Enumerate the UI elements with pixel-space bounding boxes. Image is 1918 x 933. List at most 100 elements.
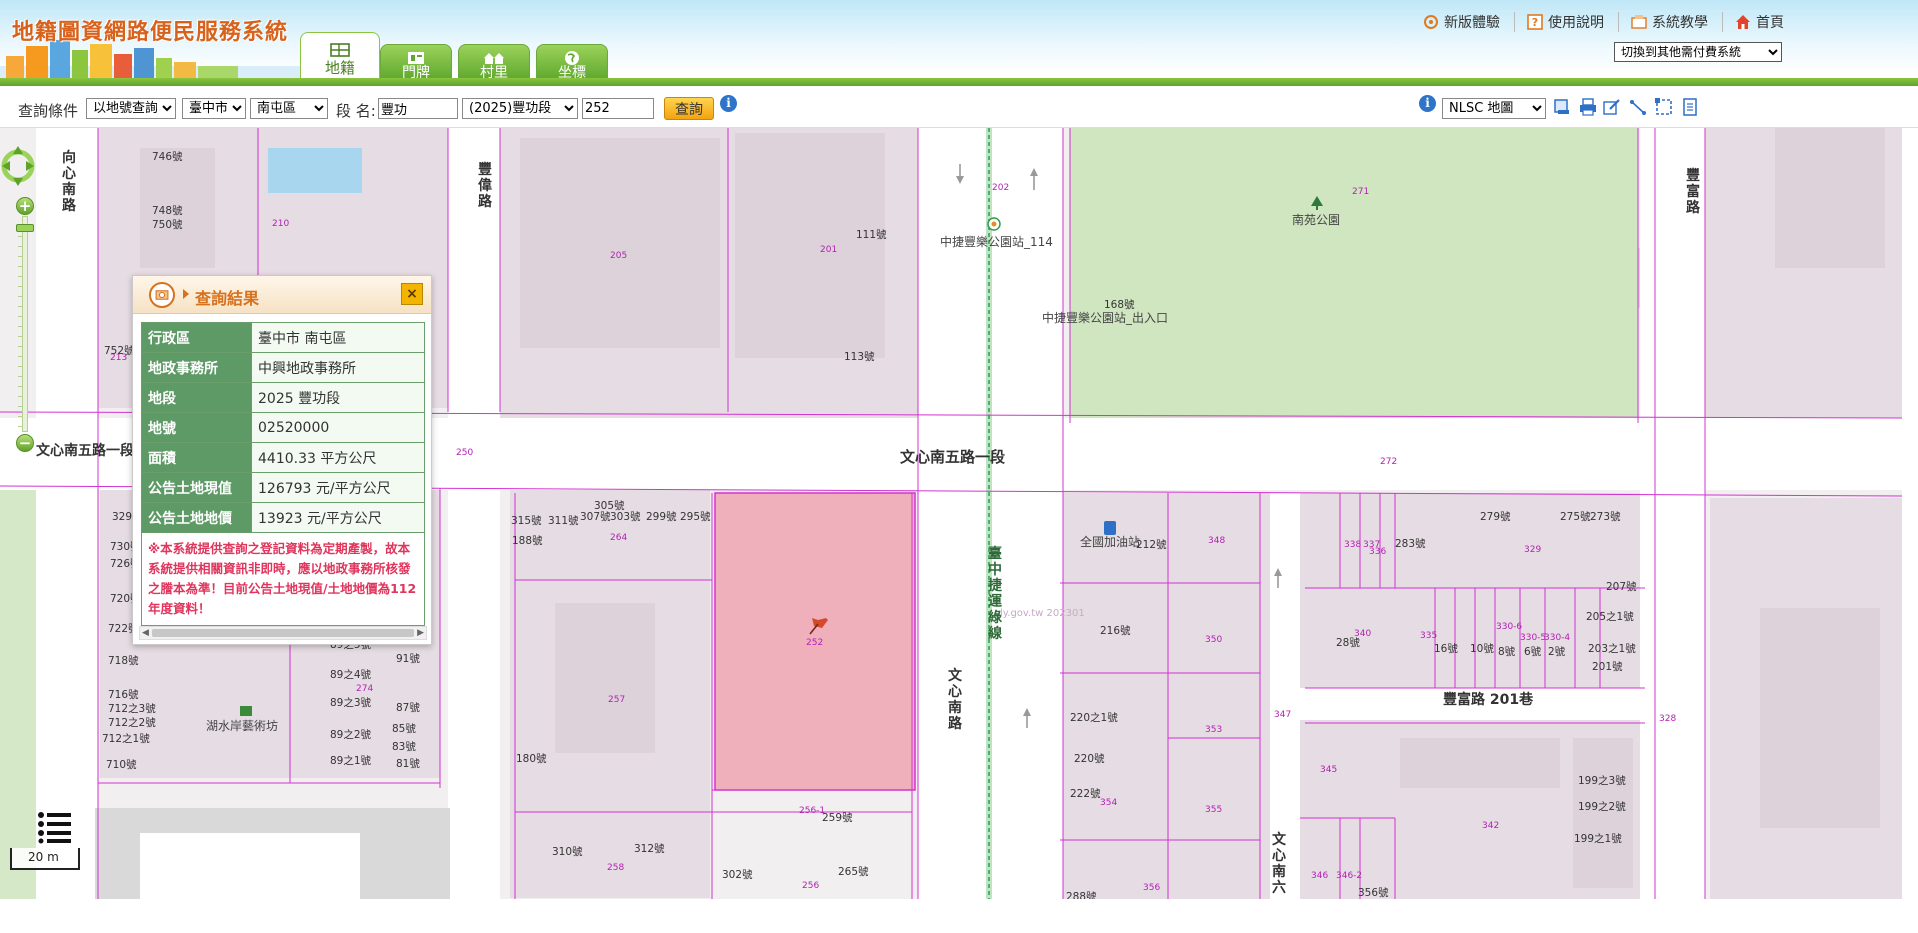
query-mode-select[interactable]: 以地號查詢 (86, 98, 176, 119)
zoom-in-button[interactable]: + (16, 197, 34, 215)
address-label: 16號 (1434, 642, 1458, 655)
address-label: 89之2號 (330, 728, 372, 741)
legend-list-icon[interactable] (36, 810, 72, 844)
app-header: 地籍圖資網路便民服務系統 地籍 門牌 村里 坐標 新版體驗 ? 使用說明 系統教… (0, 0, 1918, 86)
parcel-label: 330-5 (1520, 633, 1546, 643)
result-key: 地政事務所 (141, 352, 252, 383)
parcel-label: 338 (1344, 540, 1361, 550)
parcel-label: 205 (610, 251, 627, 261)
result-value: 4410.33 平方公尺 (251, 442, 425, 473)
measure-area-icon[interactable] (1654, 97, 1674, 117)
address-label: 8號 (1498, 645, 1516, 658)
address-label: 283號 (1395, 537, 1426, 550)
popup-horizontal-scrollbar[interactable]: ◀ ▶ (139, 626, 427, 640)
table-row: 面積 4410.33 平方公尺 (141, 442, 425, 473)
address-label: 89之1號 (330, 754, 372, 767)
result-key: 面積 (141, 442, 252, 473)
address-label: 299號 (646, 510, 677, 523)
scrollbar-thumb[interactable] (152, 629, 414, 637)
parcel-label: 346-2 (1336, 871, 1362, 881)
switch-system-select[interactable]: 切換到其他需付費系統 (1614, 42, 1782, 62)
tab-coordinate[interactable]: 坐標 (536, 44, 608, 80)
popup-header: 查詢結果 × (133, 276, 431, 314)
address-label: 275號 (1560, 510, 1591, 523)
zoom-tick (18, 286, 22, 287)
tab-cadastral[interactable]: 地籍 (300, 32, 380, 82)
print-icon[interactable] (1578, 97, 1598, 117)
zoom-tick (18, 316, 22, 317)
home-link[interactable]: 首頁 (1722, 12, 1784, 32)
result-value: 126793 元/平方公尺 (251, 472, 425, 503)
address-label: 718號 (108, 654, 139, 667)
document-icon[interactable] (1680, 97, 1700, 117)
road-label-metro: 臺中捷運綠線 (988, 545, 1003, 642)
help-link[interactable]: ? 使用說明 (1514, 12, 1604, 32)
address-label: 259號 (822, 811, 853, 824)
address-label: 288號 (1066, 890, 1097, 899)
measure-line-icon[interactable] (1628, 97, 1648, 117)
address-label: 113號 (844, 350, 875, 363)
zoom-tick (18, 256, 22, 257)
section-select[interactable]: (2025)豐功段 (462, 98, 578, 119)
zoom-slider-thumb[interactable] (16, 224, 34, 232)
parcel-label: 330-6 (1496, 622, 1522, 632)
address-label: 220號 (1074, 752, 1105, 765)
tab-village[interactable]: 村里 (458, 44, 530, 80)
parcel-label: 353 (1205, 725, 1222, 735)
basemap-select[interactable]: NLSC 地圖 (1442, 98, 1546, 119)
popup-close-button[interactable]: × (401, 283, 423, 305)
address-label: 295號 (680, 510, 711, 523)
scroll-right-icon[interactable]: ▶ (417, 627, 424, 639)
home-label: 首頁 (1756, 15, 1784, 31)
globe-icon (565, 51, 579, 65)
parcel-label: 328 (1659, 714, 1676, 724)
zoom-tick (18, 396, 22, 397)
result-key: 公告土地現值 (141, 472, 252, 503)
zoom-tick (18, 326, 22, 327)
address-label: 83號 (392, 740, 416, 753)
address-label: 168號 (1104, 298, 1135, 311)
zoom-slider-track[interactable] (22, 216, 28, 432)
query-toolbar: 查詢條件 以地號查詢 臺中市 南屯區 段 名: (2025)豐功段 查詢 i i… (0, 86, 1918, 128)
address-label: 746號 (152, 150, 183, 163)
city-select[interactable]: 臺中市 (182, 98, 246, 119)
scroll-left-icon[interactable]: ◀ (142, 627, 149, 639)
district-select[interactable]: 南屯區 (250, 98, 328, 119)
address-label: 28號 (1336, 636, 1360, 649)
tab-house-number[interactable]: 門牌 (380, 44, 452, 80)
address-label: 6號 (1524, 645, 1542, 658)
query-info-icon[interactable]: i (720, 95, 737, 112)
metro-station-icon (987, 217, 1001, 231)
parcel-label: 345 (1320, 765, 1337, 775)
road-label-wenxin-s5-1: 文心南五路一段 (900, 448, 1005, 466)
table-row: 地段 2025 豐功段 (141, 382, 425, 413)
new-version-label: 新版體驗 (1444, 15, 1500, 31)
zoom-tick (18, 246, 22, 247)
parcel-label: 210 (272, 219, 289, 229)
new-version-link[interactable]: 新版體驗 (1423, 12, 1500, 32)
parcel-label: 252 (806, 638, 823, 648)
home-icon (1736, 15, 1750, 29)
edit-icon[interactable] (1602, 97, 1622, 117)
zoom-tick (18, 276, 22, 277)
parcel-label: 250 (456, 448, 473, 458)
query-result-popup[interactable]: 查詢結果 × 行政區 臺中市 南屯區 地政事務所 中興地政事務所 地段 2025 豐功… (132, 275, 432, 645)
parcel-label: 274 (356, 684, 373, 694)
tutorial-link[interactable]: 系統教學 (1618, 12, 1708, 32)
section-name-input[interactable] (378, 98, 458, 119)
land-number-input[interactable] (582, 98, 654, 119)
address-label: 212號 (1136, 538, 1167, 551)
road-label-wenxin-s: 文心南路 (948, 667, 963, 732)
query-button[interactable]: 查詢 (664, 97, 714, 120)
pan-control[interactable] (0, 142, 36, 194)
address-label: 311號 (548, 514, 579, 527)
table-row: 地號 02520000 (141, 412, 425, 443)
address-label: 89之3號 (330, 696, 372, 709)
layer-icon[interactable] (1552, 97, 1572, 117)
address-label: 748號 (152, 204, 183, 217)
zoom-out-button[interactable]: − (16, 434, 34, 452)
basemap-info-icon[interactable]: i (1419, 95, 1436, 112)
header-green-bar (0, 78, 1918, 86)
tutorial-label: 系統教學 (1652, 15, 1708, 31)
address-label: 87號 (396, 701, 420, 714)
